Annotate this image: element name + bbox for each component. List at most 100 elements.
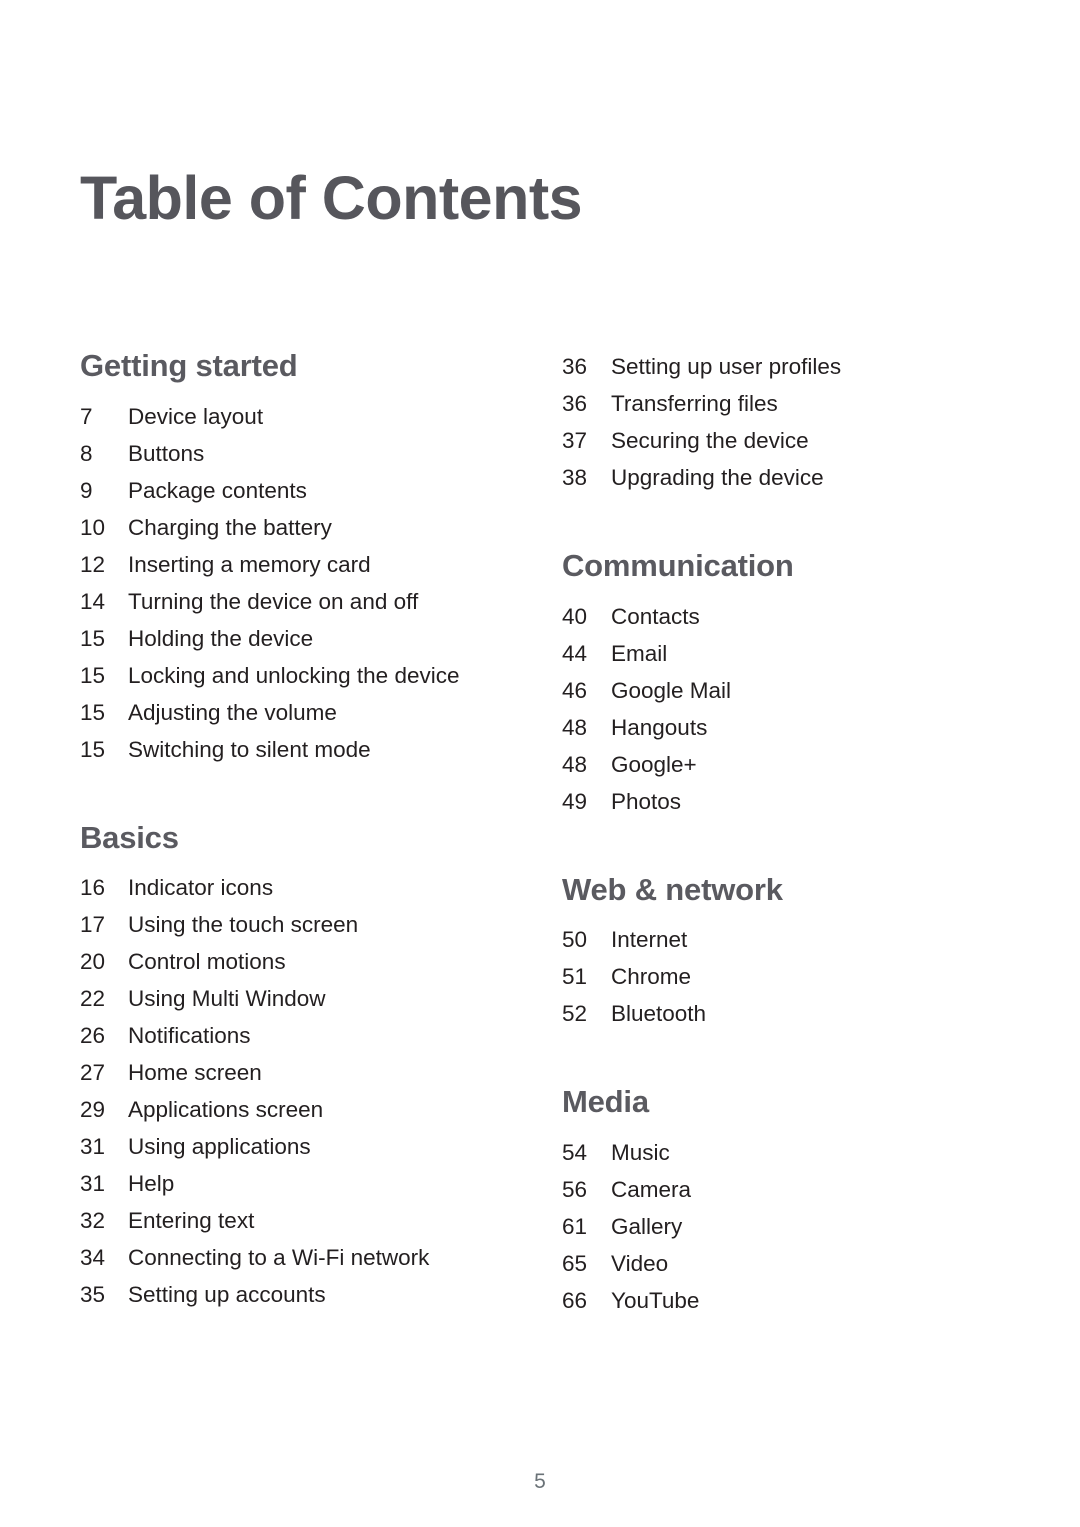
toc-entry-page-number: 14: [80, 588, 106, 614]
toc-entry[interactable]: 15 Adjusting the volume: [80, 694, 562, 731]
toc-entry-page-number: 36: [562, 354, 588, 379]
toc-entry-label: Google+: [611, 751, 697, 777]
toc-section: Getting started 7 Device layout 8 Buttons 9 Pa…: [80, 348, 562, 768]
toc-entry[interactable]: 36 Transferring files: [562, 385, 982, 422]
toc-entry[interactable]: 38 Upgrading the device: [562, 459, 982, 496]
toc-entry-page-number: 29: [80, 1097, 106, 1123]
toc-entry[interactable]: 16 Indicator icons: [80, 869, 562, 906]
toc-entry[interactable]: 29 Applications screen: [80, 1091, 562, 1128]
toc-entry[interactable]: 46 Google Mail: [562, 672, 982, 709]
toc-entry[interactable]: 10 Charging the battery: [80, 509, 562, 546]
toc-entry-page-number: 65: [562, 1250, 588, 1276]
toc-entry-label: Google Mail: [611, 677, 732, 703]
toc-section: Web & network 50 Internet 51 Chrome 52 Bluetoo…: [562, 872, 982, 1033]
toc-entry[interactable]: 52 Bluetooth: [562, 995, 982, 1032]
toc-entry[interactable]: 40 Contacts: [562, 598, 982, 635]
toc-entry-page-number: 38: [562, 465, 588, 490]
toc-entry-list: 40 Contacts 44 Email 46 Google Mail 48 Hangouts…: [562, 598, 982, 820]
toc-entry-page-number: 7: [80, 403, 93, 429]
toc-entry-label: Connecting to a Wi-Fi network: [128, 1245, 430, 1271]
toc-entry-label: Internet: [611, 927, 688, 953]
toc-entry-label: Contacts: [611, 603, 700, 629]
toc-entry[interactable]: 17 Using the touch screen: [80, 906, 562, 943]
toc-entry[interactable]: 34 Connecting to a Wi-Fi network: [80, 1239, 562, 1276]
toc-section: Media 54 Music 56 Camera 61 Gallery 65 Video 66 Yo…: [562, 1084, 982, 1319]
toc-entry[interactable]: 12 Inserting a memory card: [80, 546, 562, 583]
toc-entry-page-number: 16: [80, 875, 106, 901]
toc-entry-label: Camera: [611, 1176, 692, 1202]
toc-entry[interactable]: 31 Using applications: [80, 1128, 562, 1165]
section-heading: Communication: [562, 548, 794, 583]
toc-entry[interactable]: 26 Notifications: [80, 1017, 562, 1054]
toc-entry-label: Inserting a memory card: [128, 551, 371, 577]
toc-entry-label: Control motions: [128, 949, 286, 975]
section-heading: Basics: [80, 819, 179, 855]
toc-entry[interactable]: 20 Control motions: [80, 943, 562, 980]
toc-entry[interactable]: 54 Music: [562, 1134, 982, 1171]
toc-entry-label: Locking and unlocking the device: [128, 662, 460, 688]
toc-entry[interactable]: 32 Entering text: [80, 1202, 562, 1239]
toc-entry[interactable]: 49 Photos: [562, 783, 982, 820]
toc-entry[interactable]: 44 Email: [562, 635, 982, 672]
toc-entry-page-number: 27: [80, 1060, 106, 1086]
toc-entry[interactable]: 56 Camera: [562, 1171, 982, 1208]
toc-entry-label: Holding the device: [128, 625, 314, 651]
toc-entry-page-number: 31: [80, 1171, 106, 1197]
toc-entry-page-number: 52: [562, 1001, 588, 1027]
toc-entry-list: 7 Device layout 8 Buttons 9 Package contents 1…: [80, 398, 562, 768]
toc-entry-label: Securing the device: [611, 428, 809, 453]
toc-entry[interactable]: 15 Holding the device: [80, 620, 562, 657]
toc-entry-label: Video: [611, 1250, 669, 1276]
toc-entry[interactable]: 37 Securing the device: [562, 422, 982, 459]
toc-entry-label: Home screen: [128, 1060, 262, 1086]
toc-entry[interactable]: 15 Locking and unlocking the device: [80, 657, 562, 694]
toc-section: 36 Setting up user profiles 36 Transferring…: [562, 348, 982, 496]
toc-entry-label: Applications screen: [128, 1097, 324, 1123]
toc-entry[interactable]: 27 Home screen: [80, 1054, 562, 1091]
toc-entry-page-number: 22: [80, 986, 106, 1012]
toc-entry-label: Setting up accounts: [128, 1282, 326, 1308]
toc-entry-page-number: 66: [562, 1287, 588, 1313]
toc-entry-page-number: 50: [562, 927, 588, 953]
page-number: 5: [534, 1470, 546, 1493]
toc-entry[interactable]: 65 Video: [562, 1245, 982, 1282]
toc-entry[interactable]: 48 Google+: [562, 746, 982, 783]
toc-entry[interactable]: 51 Chrome: [562, 958, 982, 995]
toc-entry-page-number: 51: [562, 964, 588, 990]
toc-entry-page-number: 12: [80, 551, 106, 577]
toc-entry[interactable]: 50 Internet: [562, 921, 982, 958]
toc-entry-label: Entering text: [128, 1208, 255, 1234]
toc-entry-page-number: 56: [562, 1176, 588, 1202]
toc-entry-label: Hangouts: [611, 714, 708, 740]
toc-entry-page-number: 15: [80, 736, 106, 762]
toc-entry[interactable]: 22 Using Multi Window: [80, 980, 562, 1017]
toc-entry[interactable]: 61 Gallery: [562, 1208, 982, 1245]
toc-entry[interactable]: 35 Setting up accounts: [80, 1276, 562, 1313]
toc-entry-label: Upgrading the device: [611, 465, 824, 490]
toc-entry-page-number: 15: [80, 699, 106, 725]
toc-entry-label: YouTube: [611, 1287, 700, 1313]
toc-entry-page-number: 26: [80, 1023, 106, 1049]
toc-entry-label: Adjusting the volume: [128, 699, 337, 725]
toc-entry[interactable]: 36 Setting up user profiles: [562, 348, 982, 385]
toc-entry-page-number: 31: [80, 1134, 106, 1160]
toc-entry-list: 16 Indicator icons 17 Using the touch scree…: [80, 869, 562, 1313]
section-heading: Media: [562, 1084, 649, 1120]
toc-entry[interactable]: 9 Package contents: [80, 472, 562, 509]
toc-entry-page-number: 36: [562, 391, 588, 416]
toc-entry-label: Package contents: [128, 477, 307, 503]
toc-entry-page-number: 15: [80, 662, 106, 688]
toc-entry[interactable]: 14 Turning the device on and off: [80, 583, 562, 620]
page-title: Table of Contents: [80, 163, 583, 232]
toc-entry-label: Using Multi Window: [128, 986, 326, 1012]
toc-entry-label: Chrome: [611, 964, 692, 990]
toc-entry[interactable]: 31 Help: [80, 1165, 562, 1202]
toc-entry[interactable]: 7 Device layout: [80, 398, 562, 435]
toc-entry-page-number: 61: [562, 1213, 588, 1239]
toc-entry-page-number: 35: [80, 1282, 106, 1308]
toc-entry[interactable]: 48 Hangouts: [562, 709, 982, 746]
toc-entry-page-number: 20: [80, 949, 106, 975]
toc-entry[interactable]: 15 Switching to silent mode: [80, 731, 562, 768]
toc-entry[interactable]: 66 YouTube: [562, 1282, 982, 1319]
toc-entry[interactable]: 8 Buttons: [80, 435, 562, 472]
